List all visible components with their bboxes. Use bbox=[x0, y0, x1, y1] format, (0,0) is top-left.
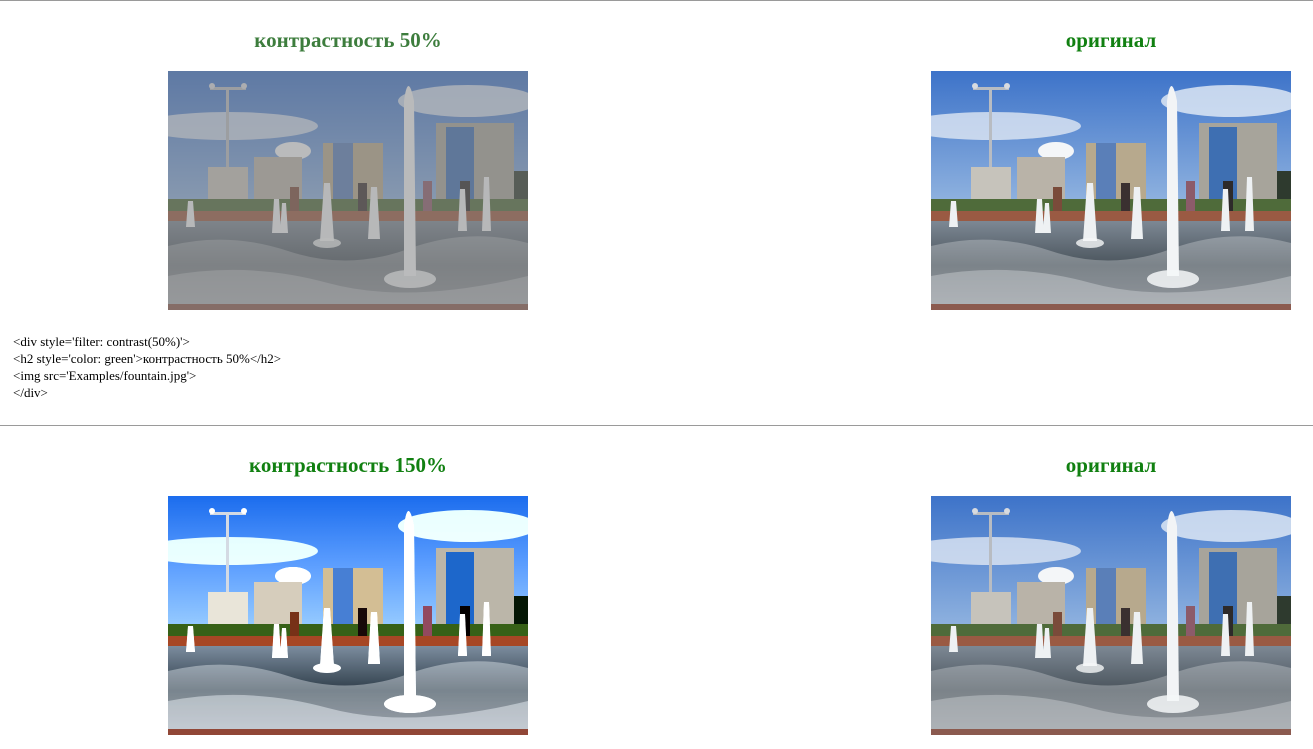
fountain-image-contrast-150 bbox=[168, 496, 528, 735]
code-sample: <div style='filter: contrast(50%)'> <h2 s… bbox=[13, 333, 281, 401]
fountain-image-original-1 bbox=[931, 71, 1291, 310]
code-line: <div style='filter: contrast(50%)'> bbox=[13, 334, 190, 349]
code-line: <h2 style='color: green'>контрастность 5… bbox=[13, 351, 282, 366]
fountain-image-contrast-50 bbox=[168, 71, 528, 310]
code-line: </div> bbox=[13, 385, 48, 400]
fountain-image-original-2 bbox=[931, 496, 1291, 735]
heading-contrast-50: контрастность 50% bbox=[254, 28, 442, 52]
horizontal-rule-top bbox=[0, 0, 1313, 1]
horizontal-rule-middle bbox=[0, 425, 1313, 426]
heading-contrast-150: контрастность 150% bbox=[249, 453, 447, 477]
heading-original-2: оригинал bbox=[1065, 453, 1157, 477]
code-line: <img src='Examples/fountain.jpg'> bbox=[13, 368, 197, 383]
heading-original-1: оригинал bbox=[1065, 28, 1157, 52]
